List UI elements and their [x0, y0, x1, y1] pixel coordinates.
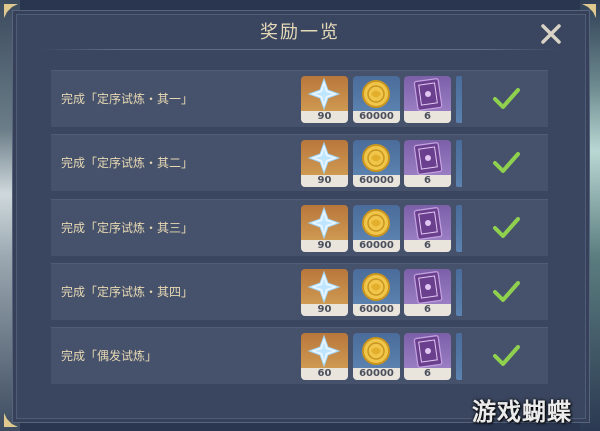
experience-book-quantity: 6: [404, 175, 451, 187]
primogem-quantity: 90: [301, 175, 348, 187]
primogem-icon: [301, 205, 348, 241]
experience-book-icon: [404, 140, 451, 176]
experience-book-reward[interactable]: 6: [404, 269, 451, 316]
mora-reward[interactable]: 60000: [353, 76, 400, 123]
reward-row: 完成「定序试炼・其四」 90 60000 6: [51, 263, 548, 320]
completed-checkmark: [491, 148, 521, 178]
primogem-quantity: 90: [301, 111, 348, 123]
mora-reward[interactable]: 60000: [353, 205, 400, 252]
corner-ornament-bottom-left: [3, 412, 19, 428]
primogem-icon: [301, 76, 348, 112]
mora-reward[interactable]: 60000: [353, 333, 400, 380]
row-label: 完成「偶发试炼」: [61, 349, 158, 363]
mora-coin-icon: [353, 269, 400, 305]
reward-row: 完成「定序试炼・其二」 90 60000 6: [51, 134, 548, 191]
close-button[interactable]: [540, 23, 562, 45]
experience-book-quantity: 6: [404, 304, 451, 316]
reward-overflow-edge: [456, 333, 462, 380]
mora-quantity: 60000: [353, 240, 400, 252]
mora-quantity: 60000: [353, 111, 400, 123]
completed-checkmark: [491, 84, 521, 114]
primogem-reward[interactable]: 90: [301, 205, 348, 252]
primogem-icon: [301, 140, 348, 176]
row-label: 完成「定序试炼・其二」: [61, 156, 194, 170]
checkmark-icon: [493, 217, 520, 238]
row-label: 完成「定序试炼・其四」: [61, 285, 194, 299]
mora-coin-icon: [353, 76, 400, 112]
primogem-quantity: 60: [301, 368, 348, 380]
primogem-reward[interactable]: 60: [301, 333, 348, 380]
experience-book-icon: [404, 333, 451, 369]
mora-quantity: 60000: [353, 304, 400, 316]
checkmark-icon: [493, 88, 520, 109]
mora-coin-icon: [353, 333, 400, 369]
reward-overflow-edge: [456, 140, 462, 187]
primogem-reward[interactable]: 90: [301, 76, 348, 123]
mora-reward[interactable]: 60000: [353, 140, 400, 187]
mora-reward[interactable]: 60000: [353, 269, 400, 316]
reward-overflow-edge: [456, 269, 462, 316]
experience-book-quantity: 6: [404, 240, 451, 252]
completed-checkmark: [491, 213, 521, 243]
completed-checkmark: [491, 341, 521, 371]
checkmark-icon: [493, 152, 520, 173]
title-divider: [40, 49, 560, 50]
mora-quantity: 60000: [353, 368, 400, 380]
reward-row: 完成「定序试炼・其三」 90 60000 6: [51, 199, 548, 256]
mora-coin-icon: [353, 140, 400, 176]
mora-coin-icon: [353, 205, 400, 241]
experience-book-reward[interactable]: 6: [404, 140, 451, 187]
primogem-reward[interactable]: 90: [301, 269, 348, 316]
checkmark-icon: [493, 281, 520, 302]
experience-book-icon: [404, 205, 451, 241]
experience-book-quantity: 6: [404, 368, 451, 380]
primogem-quantity: 90: [301, 240, 348, 252]
corner-ornament-top-left: [3, 3, 19, 19]
primogem-icon: [301, 333, 348, 369]
dialog-title: 奖励一览: [260, 22, 340, 43]
primogem-icon: [301, 269, 348, 305]
primogem-reward[interactable]: 90: [301, 140, 348, 187]
reward-row: 完成「偶发试炼」 60 60000 6: [51, 327, 548, 384]
experience-book-reward[interactable]: 6: [404, 333, 451, 380]
close-icon: [541, 24, 561, 44]
reward-row: 完成「定序试炼・其一」 90 60000 6: [51, 70, 548, 127]
checkmark-icon: [493, 345, 520, 366]
row-label: 完成「定序试炼・其三」: [61, 221, 194, 235]
experience-book-icon: [404, 269, 451, 305]
completed-checkmark: [491, 277, 521, 307]
watermark: 游戏蝴蝶: [472, 398, 572, 426]
corner-ornament-top-right: [581, 3, 597, 19]
primogem-quantity: 90: [301, 304, 348, 316]
row-label: 完成「定序试炼・其一」: [61, 92, 194, 106]
experience-book-reward[interactable]: 6: [404, 76, 451, 123]
reward-overflow-edge: [456, 205, 462, 252]
mora-quantity: 60000: [353, 175, 400, 187]
experience-book-icon: [404, 76, 451, 112]
experience-book-quantity: 6: [404, 111, 451, 123]
reward-overflow-edge: [456, 76, 462, 123]
experience-book-reward[interactable]: 6: [404, 205, 451, 252]
